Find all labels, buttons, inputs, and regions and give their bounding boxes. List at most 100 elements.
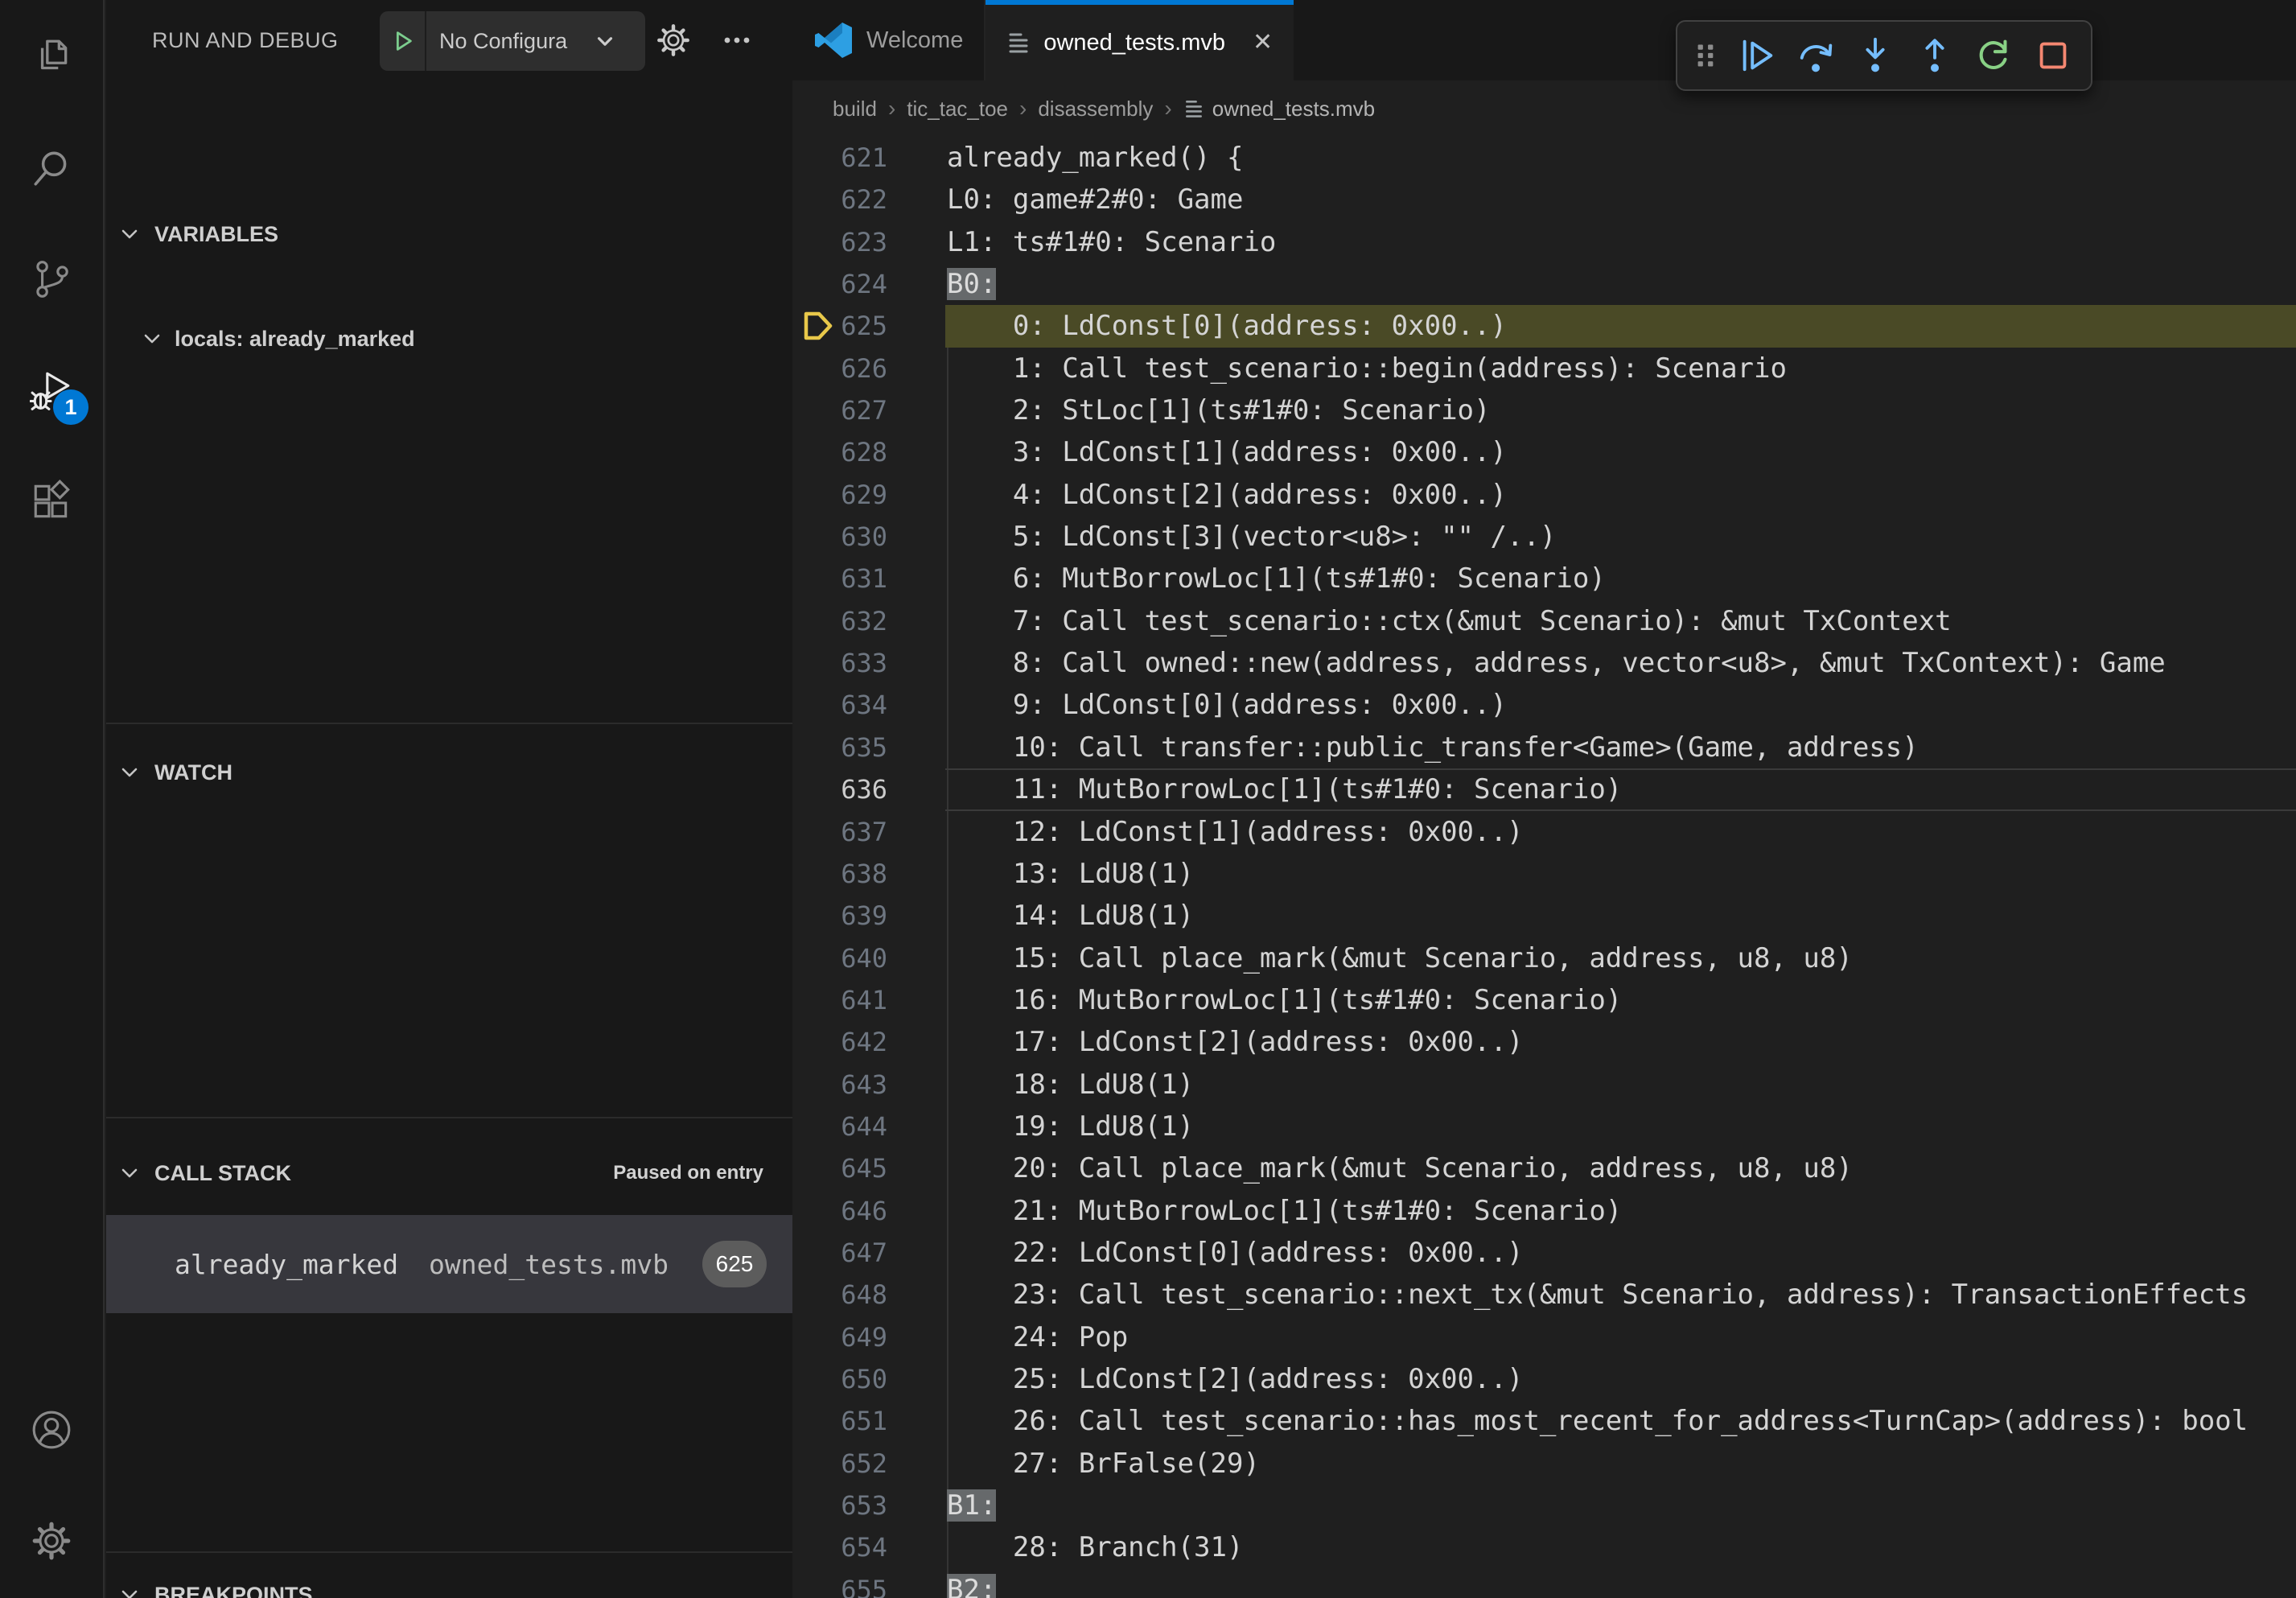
code-line[interactable]: 638 13: LdU8(1) bbox=[792, 853, 2296, 895]
activity-bar-item-settings[interactable] bbox=[0, 1487, 103, 1598]
restart-button[interactable] bbox=[1965, 23, 2024, 88]
code-text[interactable]: 3: LdConst[1](address: 0x00..) bbox=[947, 431, 1507, 473]
code-text[interactable]: 1: Call test_scenario::begin(address): S… bbox=[947, 348, 1787, 389]
line-number[interactable]: 650 bbox=[792, 1358, 887, 1400]
code-text[interactable]: already_marked() { bbox=[947, 137, 1243, 179]
breadcrumb-item[interactable]: disassembly bbox=[1038, 97, 1153, 121]
activity-bar-item-search[interactable] bbox=[0, 114, 103, 225]
code-text[interactable]: L0: game#2#0: Game bbox=[947, 179, 1243, 220]
code-line[interactable]: 639 14: LdU8(1) bbox=[792, 895, 2296, 937]
call-stack-frame[interactable]: already_marked owned_tests.mvb 625 bbox=[106, 1215, 792, 1313]
code-line[interactable]: 653B1: bbox=[792, 1485, 2296, 1526]
code-line[interactable]: 647 22: LdConst[0](address: 0x00..) bbox=[792, 1232, 2296, 1274]
code-line[interactable]: 635 10: Call transfer::public_transfer<G… bbox=[792, 727, 2296, 768]
step-out-button[interactable] bbox=[1905, 23, 1965, 88]
line-number[interactable]: 644 bbox=[792, 1106, 887, 1147]
line-number[interactable]: 643 bbox=[792, 1064, 887, 1106]
close-icon[interactable]: ✕ bbox=[1253, 31, 1273, 55]
code-text[interactable]: 27: BrFalse(29) bbox=[947, 1443, 1260, 1485]
line-number[interactable]: 648 bbox=[792, 1274, 887, 1316]
step-into-button[interactable] bbox=[1845, 23, 1905, 88]
line-number[interactable]: 624 bbox=[792, 263, 887, 305]
code-text[interactable]: 28: Branch(31) bbox=[947, 1526, 1243, 1568]
line-number[interactable]: 639 bbox=[792, 895, 887, 937]
code-text[interactable]: 11: MutBorrowLoc[1](ts#1#0: Scenario) bbox=[947, 768, 1622, 810]
line-number[interactable]: 655 bbox=[792, 1569, 887, 1598]
debug-settings-gear-icon[interactable] bbox=[655, 0, 692, 80]
line-number[interactable]: 649 bbox=[792, 1316, 887, 1358]
code-line[interactable]: 643 18: LdU8(1) bbox=[792, 1064, 2296, 1106]
tab-welcome[interactable]: Welcome bbox=[792, 0, 985, 80]
toolbar-drag-handle[interactable] bbox=[1685, 35, 1727, 76]
line-number[interactable]: 646 bbox=[792, 1190, 887, 1232]
code-text[interactable]: 16: MutBorrowLoc[1](ts#1#0: Scenario) bbox=[947, 979, 1622, 1021]
code-line[interactable]: 654 28: Branch(31) bbox=[792, 1526, 2296, 1568]
code-text[interactable]: 7: Call test_scenario::ctx(&mut Scenario… bbox=[947, 600, 1952, 642]
code-text[interactable]: 0: LdConst[0](address: 0x00..) bbox=[947, 305, 1507, 347]
code-line[interactable]: 626 1: Call test_scenario::begin(address… bbox=[792, 348, 2296, 389]
code-line[interactable]: 640 15: Call place_mark(&mut Scenario, a… bbox=[792, 937, 2296, 979]
breadcrumb-item[interactable]: owned_tests.mvb bbox=[1212, 97, 1375, 121]
line-number[interactable]: 640 bbox=[792, 937, 887, 979]
code-line[interactable]: 625 0: LdConst[0](address: 0x00..) bbox=[792, 305, 2296, 347]
code-line[interactable]: 623 L1: ts#1#0: Scenario bbox=[792, 221, 2296, 263]
call-stack-section-header[interactable]: CALL STACK Paused on entry bbox=[106, 1143, 792, 1204]
code-line[interactable]: 652 27: BrFalse(29) bbox=[792, 1443, 2296, 1485]
line-number[interactable]: 638 bbox=[792, 853, 887, 895]
code-text[interactable]: B0: bbox=[947, 263, 996, 305]
code-text[interactable]: L1: ts#1#0: Scenario bbox=[947, 221, 1276, 263]
line-number[interactable]: 647 bbox=[792, 1232, 887, 1274]
code-line[interactable]: 631 6: MutBorrowLoc[1](ts#1#0: Scenario) bbox=[792, 558, 2296, 599]
code-line[interactable]: 651 26: Call test_scenario::has_most_rec… bbox=[792, 1400, 2296, 1442]
code-text[interactable]: 20: Call place_mark(&mut Scenario, addre… bbox=[947, 1147, 1853, 1189]
activity-bar-item-extensions[interactable] bbox=[0, 447, 103, 558]
code-line[interactable]: 627 2: StLoc[1](ts#1#0: Scenario) bbox=[792, 389, 2296, 431]
code-text[interactable]: 10: Call transfer::public_transfer<Game>… bbox=[947, 727, 1919, 768]
code-line[interactable]: 644 19: LdU8(1) bbox=[792, 1106, 2296, 1147]
line-number[interactable]: 636 bbox=[792, 768, 887, 810]
code-line[interactable]: 624 B0: bbox=[792, 263, 2296, 305]
code-line[interactable]: 648 23: Call test_scenario::next_tx(&mut… bbox=[792, 1274, 2296, 1316]
code-text[interactable]: 8: Call owned::new(address, address, vec… bbox=[947, 642, 2166, 684]
code-text[interactable]: 24: Pop bbox=[947, 1316, 1128, 1358]
line-number[interactable]: 651 bbox=[792, 1400, 887, 1442]
line-number[interactable]: 621 bbox=[792, 137, 887, 179]
code-line[interactable]: 641 16: MutBorrowLoc[1](ts#1#0: Scenario… bbox=[792, 979, 2296, 1021]
watch-section-header[interactable]: WATCH bbox=[106, 742, 792, 803]
continue-button[interactable] bbox=[1727, 23, 1787, 88]
line-number[interactable]: 652 bbox=[792, 1443, 887, 1485]
line-number[interactable]: 625 bbox=[792, 305, 887, 347]
code-line[interactable]: 655 B2: bbox=[792, 1569, 2296, 1598]
activity-bar-item-account[interactable] bbox=[0, 1376, 103, 1487]
line-number[interactable]: 653 bbox=[792, 1485, 887, 1526]
code-text[interactable]: B2: bbox=[947, 1569, 996, 1598]
code-text[interactable]: 6: MutBorrowLoc[1](ts#1#0: Scenario) bbox=[947, 558, 1606, 599]
line-number[interactable]: 628 bbox=[792, 431, 887, 473]
code-text[interactable]: 25: LdConst[2](address: 0x00..) bbox=[947, 1358, 1523, 1400]
tab-owned-tests-mvb[interactable]: owned_tests.mvb✕ bbox=[985, 0, 1294, 80]
code-line[interactable]: 632 7: Call test_scenario::ctx(&mut Scen… bbox=[792, 600, 2296, 642]
code-text[interactable]: 15: Call place_mark(&mut Scenario, addre… bbox=[947, 937, 1853, 979]
activity-bar-item-source-control[interactable] bbox=[0, 225, 103, 336]
breadcrumb-item[interactable]: tic_tac_toe bbox=[907, 97, 1008, 121]
line-number[interactable]: 622 bbox=[792, 179, 887, 220]
code-text[interactable]: 2: StLoc[1](ts#1#0: Scenario) bbox=[947, 389, 1491, 431]
line-number[interactable]: 629 bbox=[792, 474, 887, 516]
code-line[interactable]: 630 5: LdConst[3](vector<u8>: "" /..) bbox=[792, 516, 2296, 558]
code-line[interactable]: 633 8: Call owned::new(address, address,… bbox=[792, 642, 2296, 684]
activity-bar-item-explorer[interactable] bbox=[0, 3, 103, 114]
start-debug-icon[interactable] bbox=[380, 11, 426, 71]
line-number[interactable]: 632 bbox=[792, 600, 887, 642]
variables-locals-scope[interactable]: locals: already_marked bbox=[106, 308, 792, 369]
line-number[interactable]: 633 bbox=[792, 642, 887, 684]
line-number[interactable]: 623 bbox=[792, 221, 887, 263]
code-text[interactable]: 9: LdConst[0](address: 0x00..) bbox=[947, 684, 1507, 726]
line-number[interactable]: 627 bbox=[792, 389, 887, 431]
variables-section-header[interactable]: VARIABLES bbox=[106, 204, 792, 265]
stop-button[interactable] bbox=[2023, 23, 2083, 88]
code-text[interactable]: 19: LdU8(1) bbox=[947, 1106, 1194, 1147]
code-line[interactable]: 629 4: LdConst[2](address: 0x00..) bbox=[792, 474, 2296, 516]
line-number[interactable]: 637 bbox=[792, 811, 887, 853]
code-line[interactable]: 636 11: MutBorrowLoc[1](ts#1#0: Scenario… bbox=[792, 768, 2296, 810]
line-number[interactable]: 631 bbox=[792, 558, 887, 599]
